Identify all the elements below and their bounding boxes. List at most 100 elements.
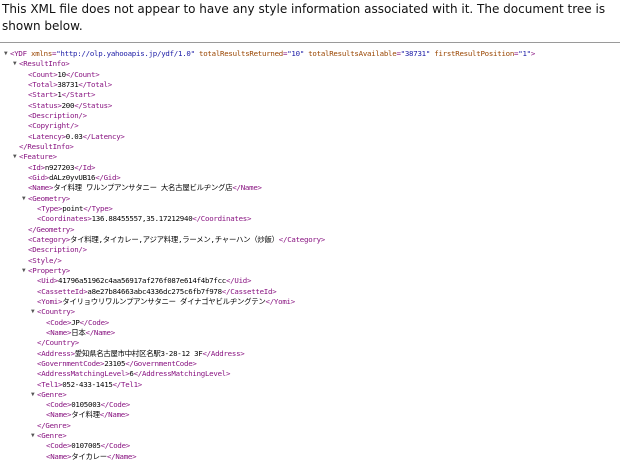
xml-line: <Code>0107005</Code> xyxy=(0,441,620,451)
no-style-info-message: This XML file does not appear to have an… xyxy=(2,2,606,33)
xml-text: 23105 xyxy=(104,358,126,368)
collapse-toggle-icon[interactable]: ▼ xyxy=(13,59,17,69)
xml-tag: <Genre xyxy=(37,389,63,399)
xml-line: <Description/> xyxy=(0,111,620,121)
xml-tag: <Code> xyxy=(46,441,72,451)
xml-line: <Category>タイ料理,タイカレー,アジア料理,ラーメン,チャーハン（炒飯… xyxy=(0,235,620,245)
xml-line: <Status>200</Status> xyxy=(0,101,620,111)
collapse-toggle-icon[interactable]: ▼ xyxy=(31,390,35,400)
xml-tag: <Copyright/> xyxy=(28,121,79,131)
xml-tag: <YDF xyxy=(10,49,27,58)
xml-line: <Name>タイカレー</Name> xyxy=(0,452,620,462)
xml-tag: </Category> xyxy=(278,234,325,244)
xml-tag: </Id> xyxy=(74,162,96,172)
xml-tag: </ResultInfo> xyxy=(19,141,74,151)
xml-line[interactable]: ▼ <ResultInfo> xyxy=(0,59,620,69)
xml-tag: <Uid> xyxy=(37,276,58,286)
xml-tag: </Latency> xyxy=(82,131,125,141)
xml-tag: <Count> xyxy=(28,69,58,79)
xml-tag: <Gid> xyxy=(28,172,49,182)
xml-tag: </Name> xyxy=(99,410,130,420)
xml-attribute-name: totalResultsReturned xyxy=(199,49,284,58)
collapse-toggle-icon[interactable]: ▼ xyxy=(31,431,35,441)
xml-tag: <Name> xyxy=(46,451,72,461)
xml-line: <Count>10</Count> xyxy=(0,70,620,80)
xml-line: <GovernmentCode>23105</GovernmentCode> xyxy=(0,359,620,369)
xml-line[interactable]: ▼ <Geometry> xyxy=(0,194,620,204)
xml-line: <Latency>0.03</Latency> xyxy=(0,132,620,142)
xml-tag: <Address> xyxy=(37,348,75,358)
xml-tag: </Coordinates> xyxy=(192,214,252,224)
xml-attribute-value: "38731" xyxy=(400,49,431,58)
xml-attribute-value: "http://olp.yahooapis.jp/ydf/1.0" xyxy=(56,49,195,58)
xml-tag: </Code> xyxy=(79,317,110,327)
xml-tag: <Name> xyxy=(46,327,72,337)
xml-text: a8e27b84663abc4336dc275c6fb7f978 xyxy=(87,286,222,296)
xml-document-tree: ▼ <YDF xmlns="http://olp.yahooapis.jp/ydf… xyxy=(0,49,620,462)
xml-line[interactable]: ▼ <YDF xmlns="http://olp.yahooapis.jp/ydf… xyxy=(0,49,620,59)
xml-tag: </Genre> xyxy=(37,420,71,430)
xml-tag: </Address> xyxy=(202,348,245,358)
xml-line: <Address>愛知県名古屋市中村区名駅3-28-12 3F</Address… xyxy=(0,349,620,359)
xml-line[interactable]: ▼ <Country> xyxy=(0,307,620,317)
xml-tag: <Name> xyxy=(46,410,72,420)
xml-tag: <Geometry xyxy=(28,193,66,203)
xml-tag: </Gid> xyxy=(95,172,121,182)
xml-line: <Gid>dALz0yvUB16</Gid> xyxy=(0,173,620,183)
xml-tag: <Start> xyxy=(28,90,58,100)
xml-tag: <AddressMatchingLevel> xyxy=(37,369,130,379)
xml-tag: <Genre xyxy=(37,431,63,441)
xml-text: 日本 xyxy=(71,327,86,337)
xml-line: <Yomi>タイリョウリワルンプアンサタニー ダイナゴヤビルヂングテン</Yom… xyxy=(0,297,620,307)
collapse-toggle-icon[interactable]: ▼ xyxy=(22,194,26,204)
xml-line: <Total>38731</Total> xyxy=(0,80,620,90)
xml-tag: <Status> xyxy=(28,100,62,110)
xml-tag: </Type> xyxy=(83,203,113,213)
xml-tag: <GovernmentCode> xyxy=(37,358,105,368)
xml-text: タイカレー xyxy=(71,451,107,461)
xml-attribute-value: "10" xyxy=(287,49,305,58)
xml-line: <Id>n927203</Id> xyxy=(0,163,620,173)
xml-text: 0107005 xyxy=(71,441,101,451)
collapse-toggle-icon[interactable]: ▼ xyxy=(4,49,8,59)
xml-text: 0.03 xyxy=(65,131,83,141)
xml-line[interactable]: ▼ <Property> xyxy=(0,266,620,276)
xml-text: dALz0yvUB16 xyxy=(49,172,96,182)
xml-text: タイ料理 ワルンプアンサタニー 大名古屋ビルヂング店 xyxy=(53,183,233,193)
xml-line[interactable]: ▼ <Genre> xyxy=(0,390,620,400)
xml-tag: <Category> xyxy=(28,234,70,244)
xml-line[interactable]: ▼ <Genre> xyxy=(0,431,620,441)
xml-attribute-name: xmlns xyxy=(31,49,53,58)
xml-line: <AddressMatchingLevel>6</AddressMatching… xyxy=(0,369,620,379)
xml-tag: </Name> xyxy=(85,327,116,337)
xml-attribute-value: "1" xyxy=(518,49,531,58)
xml-line[interactable]: ▼ <Feature> xyxy=(0,152,620,162)
xml-tag: </Name> xyxy=(232,183,262,193)
xml-line: <Description/> xyxy=(0,245,620,255)
xml-line: <Code>JP</Code> xyxy=(0,318,620,328)
xml-line: <Code>0105003</Code> xyxy=(0,400,620,410)
xml-tag: <Name> xyxy=(28,183,54,193)
xml-text: point xyxy=(62,203,84,213)
xml-text: タイ料理,タイカレー,アジア料理,ラーメン,チャーハン（炒飯） xyxy=(70,234,279,244)
xml-text: タイリョウリワルンプアンサタニー ダイナゴヤビルヂングテン xyxy=(62,296,266,306)
xml-tag: </Code> xyxy=(100,400,131,410)
xml-tag: <Total> xyxy=(28,79,58,89)
divider xyxy=(0,42,620,43)
xml-tag: <Code> xyxy=(46,317,72,327)
xml-tag: <CassetteId> xyxy=(37,286,88,296)
collapse-toggle-icon[interactable]: ▼ xyxy=(31,307,35,317)
xml-text: 052-433-1415 xyxy=(62,379,113,389)
xml-tag: <Property xyxy=(28,265,66,275)
collapse-toggle-icon[interactable]: ▼ xyxy=(13,152,17,162)
xml-line: <Start>1</Start> xyxy=(0,90,620,100)
xml-tag: <Style/> xyxy=(28,255,62,265)
xml-tag: </Total> xyxy=(78,79,113,89)
xml-text: 10 xyxy=(57,69,66,79)
xml-tag: <Code> xyxy=(46,400,72,410)
xml-tag: <Yomi> xyxy=(37,296,63,306)
xml-tag: <Coordinates> xyxy=(37,214,92,224)
collapse-toggle-icon[interactable]: ▼ xyxy=(22,266,26,276)
xml-line: <Type>point</Type> xyxy=(0,204,620,214)
xml-line: <Copyright/> xyxy=(0,121,620,131)
